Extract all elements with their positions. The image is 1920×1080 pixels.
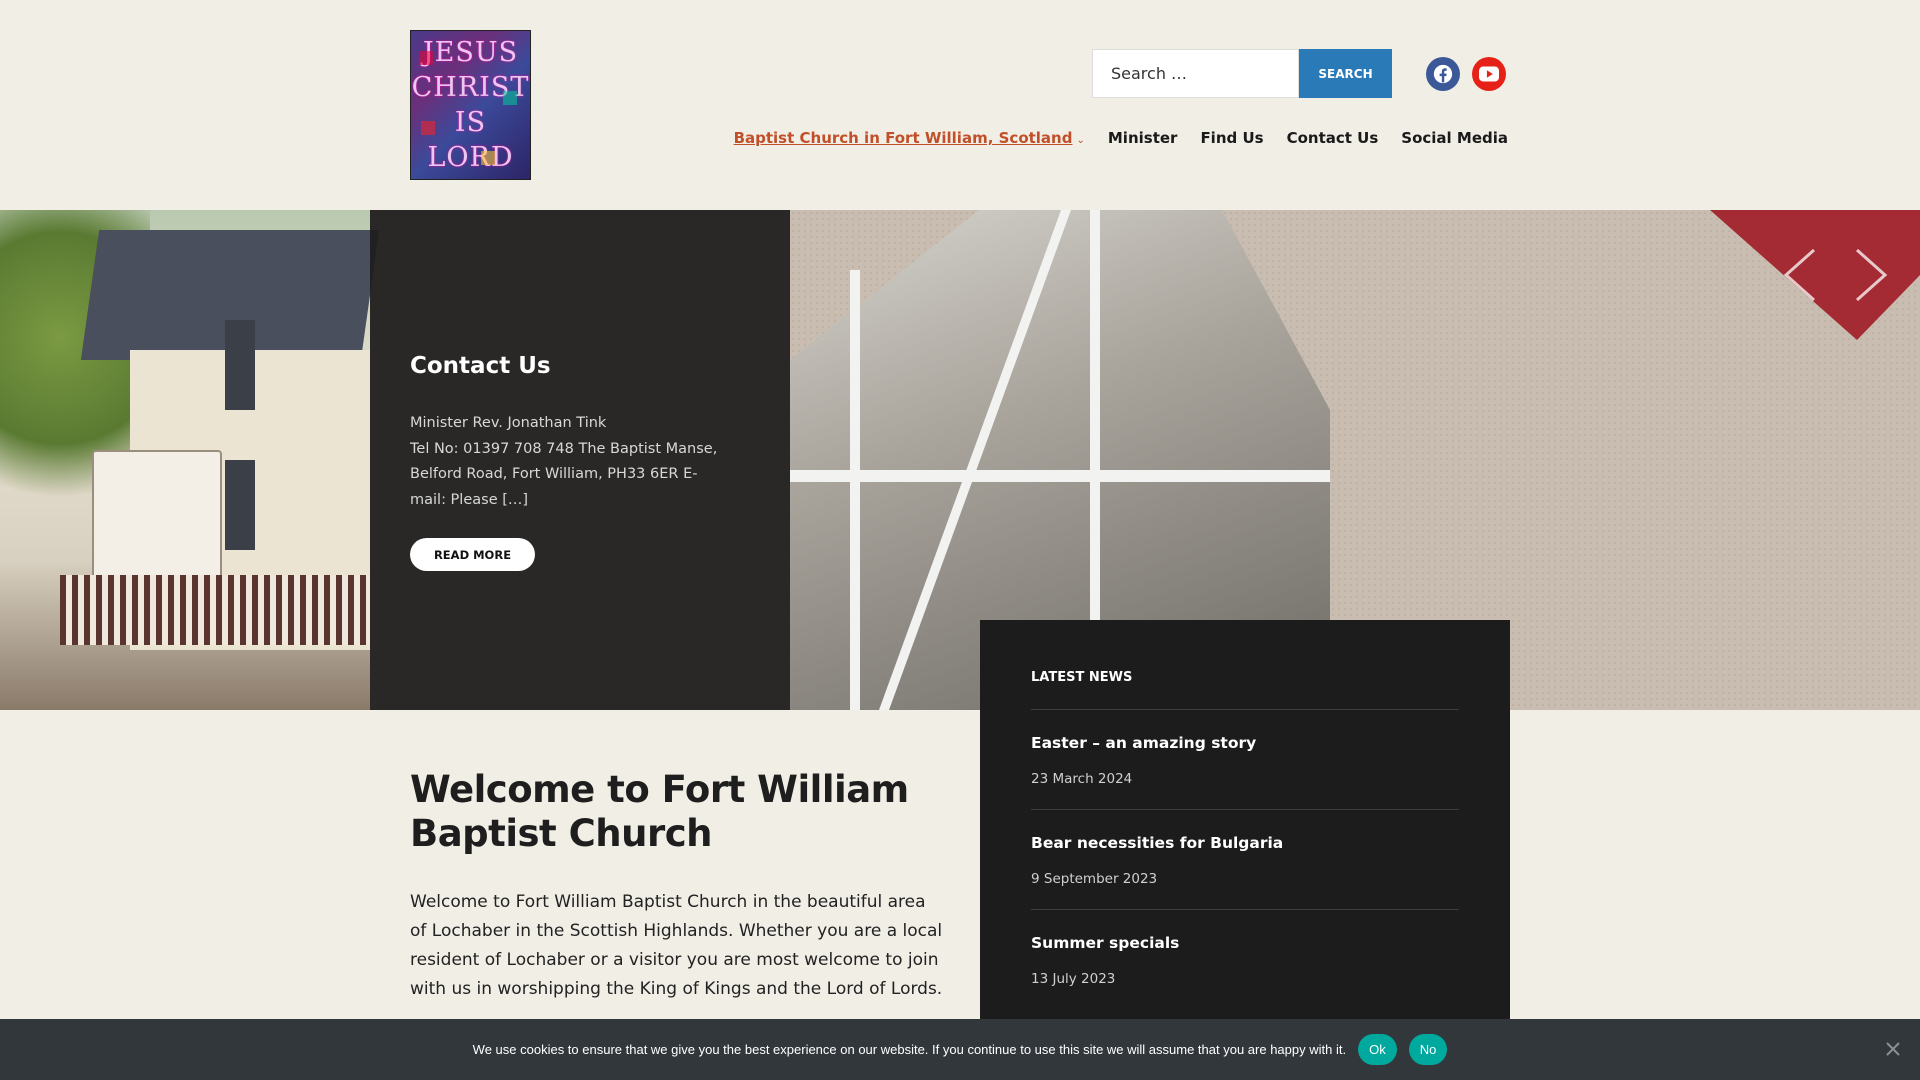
nav-item-contact-us[interactable]: Contact Us: [1287, 129, 1379, 147]
site-logo[interactable]: JESUS CHRIST IS LORD: [410, 30, 531, 180]
news-item-date: 23 March 2024: [1031, 771, 1133, 787]
nav-item-social-media[interactable]: Social Media: [1401, 129, 1508, 147]
facebook-icon: [1433, 64, 1453, 84]
latest-news-widget: Latest News Easter – an amazing story 23…: [980, 620, 1510, 1020]
main-nav: Baptist Church in Fort William, Scotland…: [734, 128, 1508, 148]
search-input[interactable]: [1092, 49, 1299, 98]
slide-excerpt: Minister Rev. Jonathan Tink Tel No: 0139…: [410, 415, 718, 508]
slider-prev-button[interactable]: [1782, 247, 1818, 303]
slider-next-button[interactable]: [1853, 247, 1889, 303]
cookie-notice-text: We use cookies to ensure that we give yo…: [472, 1042, 1347, 1057]
slide-title: Contact Us: [410, 353, 551, 379]
nav-item-home[interactable]: Baptist Church in Fort William, Scotland…: [734, 128, 1085, 147]
news-item-title[interactable]: Easter – an amazing story: [1031, 734, 1459, 752]
news-item: Bear necessities for Bulgaria 9 Septembe…: [1031, 810, 1459, 910]
news-item-date: 13 July 2023: [1031, 971, 1116, 987]
read-more-button[interactable]: Read more: [410, 538, 535, 571]
news-item: Easter – an amazing story 23 March 2024: [1031, 710, 1459, 810]
search-form: Search: [1092, 49, 1392, 98]
logo-line: JESUS: [422, 37, 519, 68]
page-title: Welcome to Fort William Baptist Church: [410, 768, 909, 855]
logo-line: LORD: [427, 142, 514, 173]
nav-link-home[interactable]: Baptist Church in Fort William, Scotland: [734, 129, 1073, 147]
search-button[interactable]: Search: [1299, 49, 1392, 98]
welcome-text: Welcome to Fort William Baptist Church i…: [410, 892, 943, 999]
chevron-right-icon: [1856, 248, 1888, 302]
youtube-icon: [1479, 66, 1499, 82]
latest-news-heading: Latest News: [1031, 670, 1459, 710]
youtube-link[interactable]: [1472, 57, 1506, 91]
news-item-date: 9 September 2023: [1031, 871, 1158, 887]
cookie-notice: We use cookies to ensure that we give yo…: [0, 1019, 1920, 1080]
facebook-link[interactable]: [1426, 57, 1460, 91]
logo-line: IS: [454, 107, 487, 138]
nav-item-find-us[interactable]: Find Us: [1200, 129, 1263, 147]
chevron-left-icon: [1783, 248, 1815, 302]
news-item-title[interactable]: Summer specials: [1031, 934, 1459, 952]
cookie-accept-button[interactable]: Ok: [1358, 1034, 1397, 1065]
chevron-down-icon[interactable]: ⌄: [1076, 135, 1084, 146]
news-item: Summer specials 13 July 2023: [1031, 910, 1459, 1009]
nav-item-minister[interactable]: Minister: [1108, 129, 1178, 147]
close-icon: [1886, 1042, 1900, 1056]
cookie-decline-button[interactable]: No: [1408, 1034, 1448, 1065]
cookie-close-button[interactable]: [1883, 1039, 1903, 1059]
hero-image-church: [0, 210, 380, 710]
hero-slider: [0, 210, 1920, 710]
news-item-title[interactable]: Bear necessities for Bulgaria: [1031, 834, 1459, 852]
